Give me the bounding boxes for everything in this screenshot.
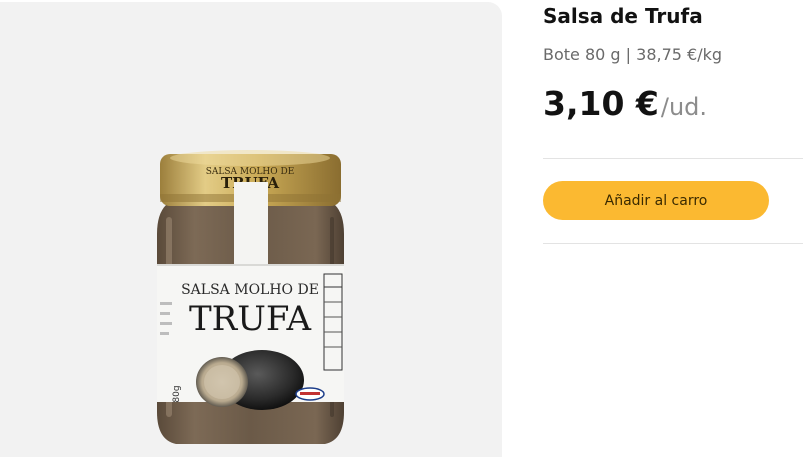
- weight-text: 80g: [172, 385, 182, 402]
- label-line1: SALSA MOLHO DE: [181, 282, 319, 298]
- divider: [543, 243, 803, 244]
- product-image: SALSA MOLHO DE TRUFA SALSA MOLHO DE TRUF…: [157, 150, 344, 444]
- product-details: Bote 80 g | 38,75 €/kg: [543, 45, 723, 64]
- price-row: 3,10 €/ud.: [543, 84, 707, 123]
- product-image-panel[interactable]: SALSA MOLHO DE TRUFA SALSA MOLHO DE TRUF…: [0, 2, 502, 457]
- seal-strip: [234, 182, 268, 266]
- divider: [543, 158, 803, 159]
- product-price: 3,10 €: [543, 84, 659, 123]
- product-title: Salsa de Trufa: [543, 4, 703, 28]
- label-line2: TRUFA: [189, 299, 312, 339]
- price-unit: /ud.: [660, 93, 708, 121]
- add-to-cart-button[interactable]: Añadir al carro: [543, 181, 769, 220]
